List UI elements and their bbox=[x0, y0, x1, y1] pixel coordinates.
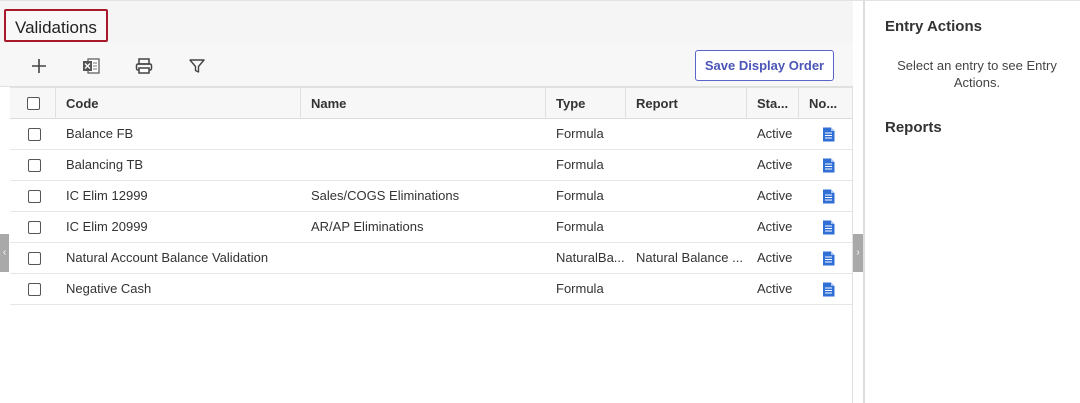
select-all-cell bbox=[10, 88, 56, 119]
validations-table: Code Name Type Report Sta... No... Balan… bbox=[10, 87, 853, 305]
cell-code: IC Elim 20999 bbox=[66, 219, 148, 234]
cell-name bbox=[301, 274, 546, 304]
document-icon[interactable] bbox=[822, 282, 835, 297]
cell-status: Active bbox=[757, 250, 793, 265]
cell-type: Formula bbox=[556, 281, 604, 296]
print-icon[interactable] bbox=[134, 56, 154, 76]
collapse-left-handle[interactable]: ‹ bbox=[0, 234, 9, 272]
table-row[interactable]: Natural Account Balance Validation Natura… bbox=[10, 243, 853, 274]
toolbar: Save Display Order bbox=[0, 43, 853, 87]
column-header-name[interactable]: Name bbox=[301, 88, 546, 119]
row-checkbox[interactable] bbox=[28, 159, 41, 172]
document-icon[interactable] bbox=[822, 127, 835, 142]
reports-title: Reports bbox=[885, 119, 942, 136]
cell-report bbox=[626, 274, 747, 304]
column-header-notes[interactable]: No... bbox=[799, 88, 853, 119]
cell-type: NaturalBa... bbox=[556, 250, 625, 265]
cell-code: Balancing TB bbox=[66, 157, 144, 172]
cell-status: Active bbox=[757, 281, 793, 296]
page-title-box: Validations bbox=[4, 9, 108, 42]
page-title: Validations bbox=[15, 18, 97, 37]
table-row[interactable]: Balancing TB Formula Active bbox=[10, 150, 853, 181]
select-all-checkbox[interactable] bbox=[27, 97, 40, 110]
cell-status: Active bbox=[757, 188, 793, 203]
cell-code: IC Elim 12999 bbox=[66, 188, 148, 203]
cell-report bbox=[626, 119, 747, 149]
cell-report bbox=[626, 212, 747, 242]
row-checkbox[interactable] bbox=[28, 221, 41, 234]
cell-name: AR/AP Eliminations bbox=[311, 219, 424, 234]
cell-type: Formula bbox=[556, 188, 604, 203]
document-icon[interactable] bbox=[822, 158, 835, 173]
table-header: Code Name Type Report Sta... No... bbox=[10, 87, 853, 119]
cell-status: Active bbox=[757, 126, 793, 141]
row-checkbox[interactable] bbox=[28, 190, 41, 203]
cell-report: Natural Balance ... bbox=[636, 250, 743, 265]
cell-code: Natural Account Balance Validation bbox=[66, 250, 269, 265]
column-header-type[interactable]: Type bbox=[546, 88, 626, 119]
document-icon[interactable] bbox=[822, 189, 835, 204]
column-header-report[interactable]: Report bbox=[626, 88, 747, 119]
table-row[interactable]: Negative Cash Formula Active bbox=[10, 274, 853, 305]
table-row[interactable]: Balance FB Formula Active bbox=[10, 119, 853, 150]
entry-actions-message: Select an entry to see Entry Actions. bbox=[897, 58, 1057, 90]
row-checkbox[interactable] bbox=[28, 283, 41, 296]
table-body: Balance FB Formula Active Balancing TB Formu… bbox=[10, 119, 853, 305]
validations-pane: Validations Save Display Order Code Name… bbox=[0, 1, 853, 403]
cell-code: Balance FB bbox=[66, 126, 134, 141]
collapse-right-handle[interactable]: › bbox=[853, 234, 863, 272]
save-display-order-button[interactable]: Save Display Order bbox=[695, 50, 834, 81]
cell-type: Formula bbox=[556, 219, 604, 234]
cell-type: Formula bbox=[556, 126, 604, 141]
title-bar: Validations bbox=[0, 1, 853, 43]
filter-icon[interactable] bbox=[187, 56, 207, 76]
table-row[interactable]: IC Elim 20999 AR/AP Eliminations Formula Ac… bbox=[10, 212, 853, 243]
document-icon[interactable] bbox=[822, 220, 835, 235]
cell-report bbox=[626, 150, 747, 180]
side-panel: Entry Actions Select an entry to see Ent… bbox=[865, 1, 1080, 403]
app-root: Validations Save Display Order Code Name… bbox=[0, 0, 1080, 403]
cell-report bbox=[626, 181, 747, 211]
add-icon[interactable] bbox=[29, 56, 49, 76]
excel-export-icon[interactable] bbox=[81, 56, 101, 76]
document-icon[interactable] bbox=[822, 251, 835, 266]
cell-name bbox=[301, 150, 546, 180]
cell-status: Active bbox=[757, 219, 793, 234]
cell-name: Sales/COGS Eliminations bbox=[311, 188, 460, 203]
cell-code: Negative Cash bbox=[66, 281, 152, 296]
cell-type: Formula bbox=[556, 157, 604, 172]
column-header-status[interactable]: Sta... bbox=[747, 88, 799, 119]
cell-status: Active bbox=[757, 157, 793, 172]
row-checkbox[interactable] bbox=[28, 252, 41, 265]
entry-actions-title: Entry Actions bbox=[885, 18, 982, 35]
cell-name bbox=[301, 243, 546, 273]
column-header-code[interactable]: Code bbox=[56, 88, 301, 119]
table-row[interactable]: IC Elim 12999 Sales/COGS Eliminations Form… bbox=[10, 181, 853, 212]
row-checkbox[interactable] bbox=[28, 128, 41, 141]
cell-name bbox=[301, 119, 546, 149]
